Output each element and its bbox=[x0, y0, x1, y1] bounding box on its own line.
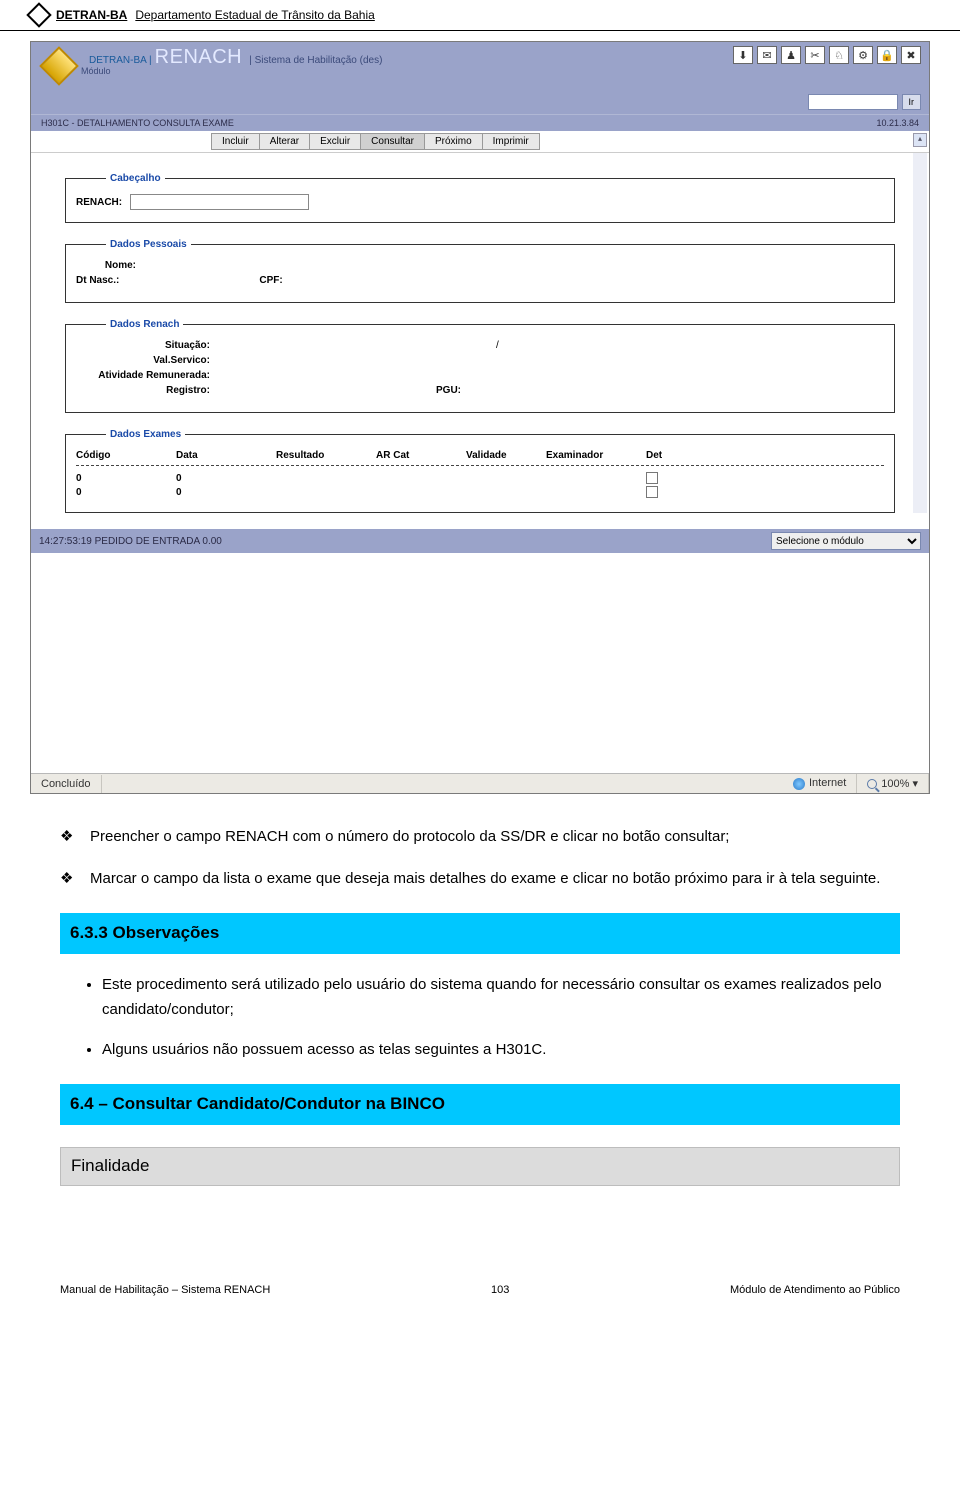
app-banner: DETRAN-BA | RENACH | Sistema de Habilita… bbox=[31, 42, 929, 90]
doc-header: DETRAN-BA Departamento Estadual de Trâns… bbox=[0, 0, 960, 31]
row-checkbox[interactable] bbox=[646, 472, 658, 484]
doc-footer: Manual de Habilitação – Sistema RENACH 1… bbox=[0, 1204, 960, 1316]
slash: / bbox=[496, 340, 499, 351]
label-registro: Registro: bbox=[76, 385, 216, 396]
scrollbar-track[interactable] bbox=[913, 153, 927, 513]
banner-modulo: Módulo bbox=[81, 66, 111, 76]
row-checkbox[interactable] bbox=[646, 486, 658, 498]
download-icon[interactable]: ⬇ bbox=[733, 46, 753, 64]
user-icon[interactable]: ♟ bbox=[781, 46, 801, 64]
module-select[interactable]: Selecione o módulo bbox=[771, 532, 921, 550]
banner-brand: RENACH bbox=[155, 46, 242, 68]
col-codigo: Código bbox=[76, 450, 176, 461]
action-toolbar: Incluir Alterar Excluir Consultar Próxim… bbox=[31, 131, 929, 153]
lock-icon[interactable]: 🔒 bbox=[877, 46, 897, 64]
label-cpf: CPF: bbox=[259, 275, 282, 286]
legend-renach: Dados Renach bbox=[106, 319, 183, 330]
footer-page: 103 bbox=[491, 1284, 509, 1296]
ie-internet-label: Internet bbox=[809, 777, 846, 789]
col-arcat: AR Cat bbox=[376, 450, 466, 461]
app-logo-icon bbox=[39, 46, 79, 86]
mail-icon[interactable]: ✉ bbox=[757, 46, 777, 64]
para-2: Marcar o campo da lista o exame que dese… bbox=[90, 866, 880, 892]
form-area: Cabeçalho RENACH: Dados Pessoais Nome: D… bbox=[31, 153, 929, 513]
diamond-bullet-icon: ❖ bbox=[60, 866, 76, 892]
heading-633: 6.3.3 Observações bbox=[60, 913, 900, 954]
imprimir-button[interactable]: Imprimir bbox=[482, 133, 540, 150]
org-short: DETRAN-BA bbox=[56, 8, 127, 22]
app-statusbar: 14:27:53:19 PEDIDO DE ENTRADA 0.00 Selec… bbox=[31, 529, 929, 553]
toolbar-icons: ⬇ ✉ ♟ ✂ ♘ ⚙ 🔒 ✖ bbox=[733, 46, 921, 64]
diamond-bullet-icon: ❖ bbox=[60, 824, 76, 850]
cell-data: 0 bbox=[176, 487, 276, 498]
consultar-button[interactable]: Consultar bbox=[360, 133, 425, 150]
heading-finalidade: Finalidade bbox=[60, 1147, 900, 1186]
app-window: DETRAN-BA | RENACH | Sistema de Habilita… bbox=[30, 41, 930, 794]
cell-codigo: 0 bbox=[76, 487, 176, 498]
label-dtnasc: Dt Nasc.: bbox=[76, 275, 119, 286]
col-det: Det bbox=[646, 450, 706, 461]
footer-left: Manual de Habilitação – Sistema RENACH bbox=[60, 1284, 270, 1296]
dashed-divider bbox=[76, 465, 884, 466]
sub-header: H301C - DETALHAMENTO CONSULTA EXAME 10.2… bbox=[31, 114, 929, 131]
search-user-icon[interactable]: ♘ bbox=[829, 46, 849, 64]
ie-zone: Internet bbox=[783, 774, 857, 792]
excluir-button[interactable]: Excluir bbox=[309, 133, 361, 150]
renach-input[interactable] bbox=[130, 194, 309, 210]
bullet-item: ❖ Preencher o campo RENACH com o número … bbox=[60, 824, 900, 850]
status-text: 14:27:53:19 PEDIDO DE ENTRADA 0.00 bbox=[39, 536, 222, 547]
label-situacao: Situação: bbox=[76, 340, 216, 351]
alterar-button[interactable]: Alterar bbox=[259, 133, 310, 150]
fieldset-dados-renach: Dados Renach Situação: / Val.Servico: Ati… bbox=[65, 319, 895, 413]
settings-icon[interactable]: ⚙ bbox=[853, 46, 873, 64]
tool-icon[interactable]: ✂ bbox=[805, 46, 825, 64]
banner-suffix: | Sistema de Habilitação (des) bbox=[249, 55, 382, 66]
para-1: Preencher o campo RENACH com o número do… bbox=[90, 824, 729, 850]
col-validade: Validade bbox=[466, 450, 546, 461]
label-ativ-remun: Atividade Remunerada: bbox=[76, 370, 216, 381]
ie-zoom[interactable]: 100% ▾ bbox=[857, 774, 929, 793]
ie-statusbar: Concluído Internet 100% ▾ bbox=[31, 773, 929, 793]
close-icon[interactable]: ✖ bbox=[901, 46, 921, 64]
banner-prefix: DETRAN-BA | bbox=[89, 55, 152, 66]
legend-pessoais: Dados Pessoais bbox=[106, 239, 191, 250]
legend-exames: Dados Exames bbox=[106, 429, 185, 440]
doc-content: ❖ Preencher o campo RENACH com o número … bbox=[0, 794, 960, 1186]
scroll-up-icon[interactable]: ▴ bbox=[913, 133, 927, 147]
table-row: 0 0 bbox=[76, 486, 884, 498]
ie-concluido: Concluído bbox=[31, 775, 102, 793]
ir-row: Ir bbox=[31, 90, 929, 114]
col-resultado: Resultado bbox=[276, 450, 376, 461]
logo-diamond-icon bbox=[26, 2, 51, 27]
org-long: Departamento Estadual de Trânsito da Bah… bbox=[135, 8, 374, 22]
obs-list: Este procedimento será utilizado pelo us… bbox=[60, 972, 900, 1063]
list-item: Este procedimento será utilizado pelo us… bbox=[102, 972, 900, 1023]
col-data: Data bbox=[176, 450, 276, 461]
screen-code: H301C - DETALHAMENTO CONSULTA EXAME bbox=[41, 118, 234, 128]
table-row: 0 0 bbox=[76, 472, 884, 484]
label-valservico: Val.Servico: bbox=[76, 355, 216, 366]
label-renach: RENACH: bbox=[76, 197, 122, 208]
fieldset-cabecalho: Cabeçalho RENACH: bbox=[65, 173, 895, 223]
proximo-button[interactable]: Próximo bbox=[424, 133, 483, 150]
ir-input[interactable] bbox=[808, 94, 898, 110]
legend-cabecalho: Cabeçalho bbox=[106, 173, 165, 184]
ie-zoom-label: 100% bbox=[881, 778, 909, 790]
label-nome: Nome: bbox=[76, 260, 136, 271]
ir-button[interactable]: Ir bbox=[902, 94, 922, 110]
cell-data: 0 bbox=[176, 473, 276, 484]
version: 10.21.3.84 bbox=[876, 118, 919, 128]
cell-codigo: 0 bbox=[76, 473, 176, 484]
list-item: Alguns usuários não possuem acesso as te… bbox=[102, 1037, 900, 1063]
footer-right: Módulo de Atendimento ao Público bbox=[730, 1284, 900, 1296]
heading-64: 6.4 – Consultar Candidato/Condutor na BI… bbox=[60, 1084, 900, 1125]
zoom-icon bbox=[867, 779, 877, 789]
bullet-item: ❖ Marcar o campo da lista o exame que de… bbox=[60, 866, 900, 892]
col-examinador: Examinador bbox=[546, 450, 646, 461]
globe-icon bbox=[793, 778, 805, 790]
fieldset-dados-exames: Dados Exames Código Data Resultado AR Ca… bbox=[65, 429, 895, 513]
label-pgu: PGU: bbox=[436, 385, 461, 396]
fieldset-dados-pessoais: Dados Pessoais Nome: Dt Nasc.: CPF: bbox=[65, 239, 895, 303]
incluir-button[interactable]: Incluir bbox=[211, 133, 260, 150]
